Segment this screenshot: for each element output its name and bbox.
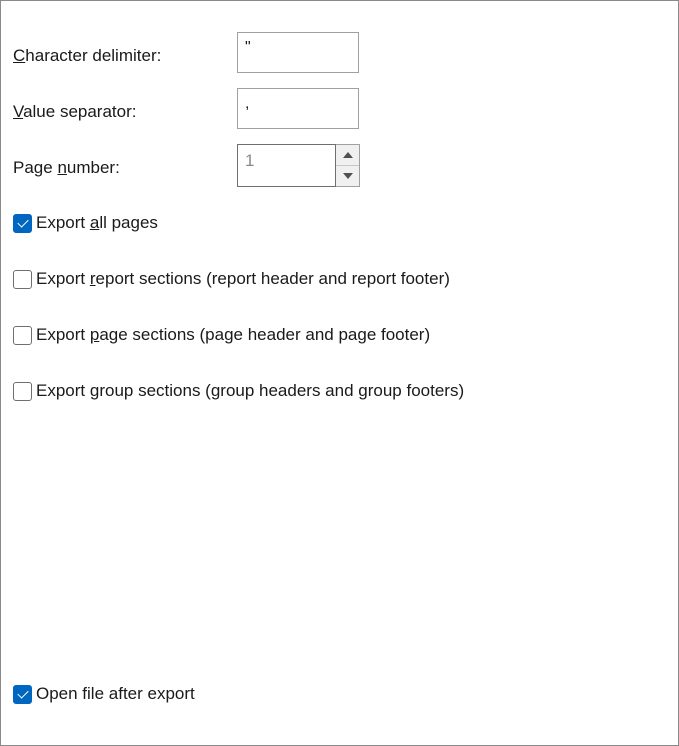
value-separator-input[interactable]: , — [237, 88, 359, 129]
page-number-spinner — [336, 144, 360, 187]
page-number-input[interactable]: 1 — [237, 144, 336, 187]
open-file-after-export-option[interactable]: Open file after export — [13, 684, 195, 704]
spin-up-button[interactable] — [336, 145, 359, 166]
export-report-sections-label: Export report sections (report header an… — [36, 269, 450, 288]
export-page-sections-checkbox[interactable] — [13, 325, 32, 345]
export-page-sections-option[interactable]: Export page sections (page header and pa… — [13, 325, 430, 345]
character-delimiter-label: Character delimiter: — [13, 46, 162, 65]
triangle-up-icon — [342, 152, 353, 158]
value-separator-label: Value separator: — [13, 102, 137, 121]
checkmark-icon — [16, 686, 29, 699]
export-group-sections-label: Export group sections (group headers and… — [36, 381, 465, 400]
spin-down-button[interactable] — [336, 166, 359, 186]
export-all-pages-checkbox[interactable] — [13, 213, 32, 233]
export-all-pages-label: Export all pages — [36, 213, 158, 232]
export-report-sections-checkbox[interactable] — [13, 269, 32, 289]
export-page-sections-label: Export page sections (page header and pa… — [36, 325, 431, 344]
triangle-down-icon — [342, 173, 353, 179]
export-all-pages-option[interactable]: Export all pages — [13, 213, 158, 233]
export-group-sections-checkbox[interactable] — [13, 381, 32, 401]
checkmark-icon — [16, 215, 29, 228]
open-file-after-export-checkbox[interactable] — [13, 684, 32, 704]
export-report-sections-option[interactable]: Export report sections (report header an… — [13, 269, 450, 289]
open-file-after-export-label: Open file after export — [36, 684, 195, 703]
export-group-sections-option[interactable]: Export group sections (group headers and… — [13, 381, 464, 401]
character-delimiter-input[interactable]: " — [237, 32, 359, 73]
page-number-label: Page number: — [13, 158, 120, 177]
export-options-panel: Character delimiter: " Value separator: … — [0, 0, 679, 746]
